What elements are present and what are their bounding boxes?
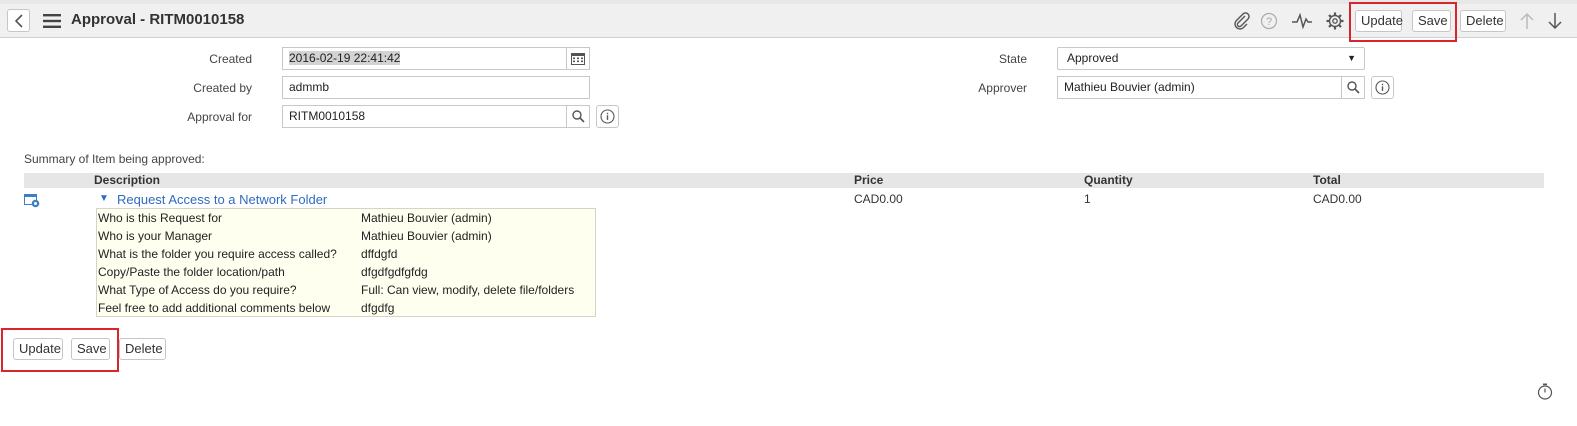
detail-row: What is the folder you require access ca… — [97, 245, 595, 263]
menu-icon — [43, 14, 61, 28]
created-field[interactable]: 2016-02-19 22:41:42 — [282, 47, 567, 70]
detail-answer: dffdgfd — [361, 247, 398, 261]
item-details-panel: Who is this Request for Mathieu Bouvier … — [96, 208, 596, 317]
detail-answer: Full: Can view, modify, delete file/fold… — [361, 283, 575, 297]
state-label: State — [998, 52, 1027, 66]
info-icon — [1375, 80, 1390, 95]
search-icon — [571, 110, 585, 123]
paperclip-icon — [1234, 12, 1250, 30]
detail-answer: Mathieu Bouvier (admin) — [361, 229, 492, 243]
detail-question: Copy/Paste the folder location/path — [98, 265, 285, 279]
item-link[interactable]: Request Access to a Network Folder — [117, 192, 327, 207]
item-price: CAD0.00 — [854, 192, 903, 206]
back-button[interactable] — [7, 9, 30, 32]
created-by-field[interactable]: admmb — [282, 76, 590, 99]
detail-question: Who is your Manager — [98, 229, 213, 243]
created-label: Created — [209, 52, 252, 66]
item-preview-button[interactable] — [24, 193, 40, 208]
approval-for-field[interactable]: RITM0010158 — [282, 105, 567, 128]
approver-lookup-button[interactable] — [1341, 76, 1365, 99]
detail-answer: Mathieu Bouvier (admin) — [361, 211, 492, 225]
arrow-up-icon — [1520, 12, 1534, 29]
footer-delete-button[interactable]: Delete — [119, 338, 166, 360]
approver-info-button[interactable] — [1371, 76, 1394, 99]
page-title: Approval - RITM0010158 — [71, 11, 245, 28]
detail-question: Feel free to add additional comments bel… — [98, 301, 331, 315]
approval-for-info-button[interactable] — [596, 105, 619, 128]
help-icon: ? — [1260, 12, 1278, 30]
gear-icon — [1326, 12, 1344, 30]
detail-question: What Type of Access do you require? — [98, 283, 297, 297]
detail-row: What Type of Access do you require? Full… — [97, 281, 595, 299]
calendar-button[interactable] — [566, 47, 590, 70]
settings-button[interactable] — [1324, 10, 1346, 32]
column-quantity: Quantity — [1084, 173, 1133, 187]
approval-for-lookup-button[interactable] — [566, 105, 590, 128]
footer-buttons-highlight — [1, 328, 119, 372]
activity-button[interactable] — [1291, 10, 1313, 32]
column-description: Description — [94, 173, 161, 187]
detail-answer: dfgdfg — [361, 301, 395, 315]
detail-row: Who is your Manager Mathieu Bouvier (adm… — [97, 227, 595, 245]
back-icon — [14, 13, 23, 28]
detail-row: Who is this Request for Mathieu Bouvier … — [97, 209, 595, 227]
approver-field[interactable]: Mathieu Bouvier (admin) — [1057, 76, 1342, 99]
activity-icon — [1292, 13, 1312, 29]
dropdown-arrow-icon: ▼ — [1347, 53, 1356, 63]
column-price: Price — [854, 173, 884, 187]
detail-row: Copy/Paste the folder location/path dfgd… — [97, 263, 595, 281]
calendar-icon — [571, 53, 585, 65]
arrow-down-icon — [1548, 13, 1562, 30]
menu-button[interactable] — [42, 12, 62, 30]
previous-record-button[interactable] — [1517, 10, 1537, 32]
response-time-button[interactable] — [1536, 382, 1554, 400]
collapse-triangle-icon[interactable]: ▼ — [99, 193, 109, 204]
search-icon — [1346, 81, 1360, 94]
header-buttons-highlight — [1349, 2, 1457, 42]
help-button[interactable]: ? — [1259, 10, 1279, 32]
header-delete-button[interactable]: Delete — [1460, 10, 1506, 32]
state-select[interactable]: Approved ▼ — [1057, 47, 1365, 70]
column-total: Total — [1313, 173, 1341, 187]
next-record-button[interactable] — [1545, 10, 1565, 32]
svg-text:?: ? — [1266, 16, 1272, 28]
state-value: Approved — [1067, 51, 1119, 65]
approver-label: Approver — [978, 81, 1027, 95]
form-header: Approval - RITM0010158 ? Update Save Del… — [0, 4, 1577, 38]
created-by-label: Created by — [193, 81, 252, 95]
detail-question: Who is this Request for — [98, 211, 223, 225]
info-icon — [600, 109, 615, 124]
created-value: 2016-02-19 22:41:42 — [289, 51, 401, 65]
stopwatch-icon — [1537, 383, 1553, 400]
item-total: CAD0.00 — [1313, 192, 1362, 206]
detail-question: What is the folder you require access ca… — [98, 247, 337, 261]
catalog-item-icon — [24, 194, 40, 208]
item-quantity: 1 — [1084, 192, 1091, 206]
attachment-button[interactable] — [1232, 10, 1252, 32]
summary-label: Summary of Item being approved: — [24, 152, 205, 166]
approval-for-label: Approval for — [187, 110, 252, 124]
detail-answer: dfgdfgdfgfdg — [361, 265, 428, 279]
summary-table-header: Description Price Quantity Total — [24, 173, 1544, 188]
detail-row: Feel free to add additional comments bel… — [97, 299, 595, 317]
